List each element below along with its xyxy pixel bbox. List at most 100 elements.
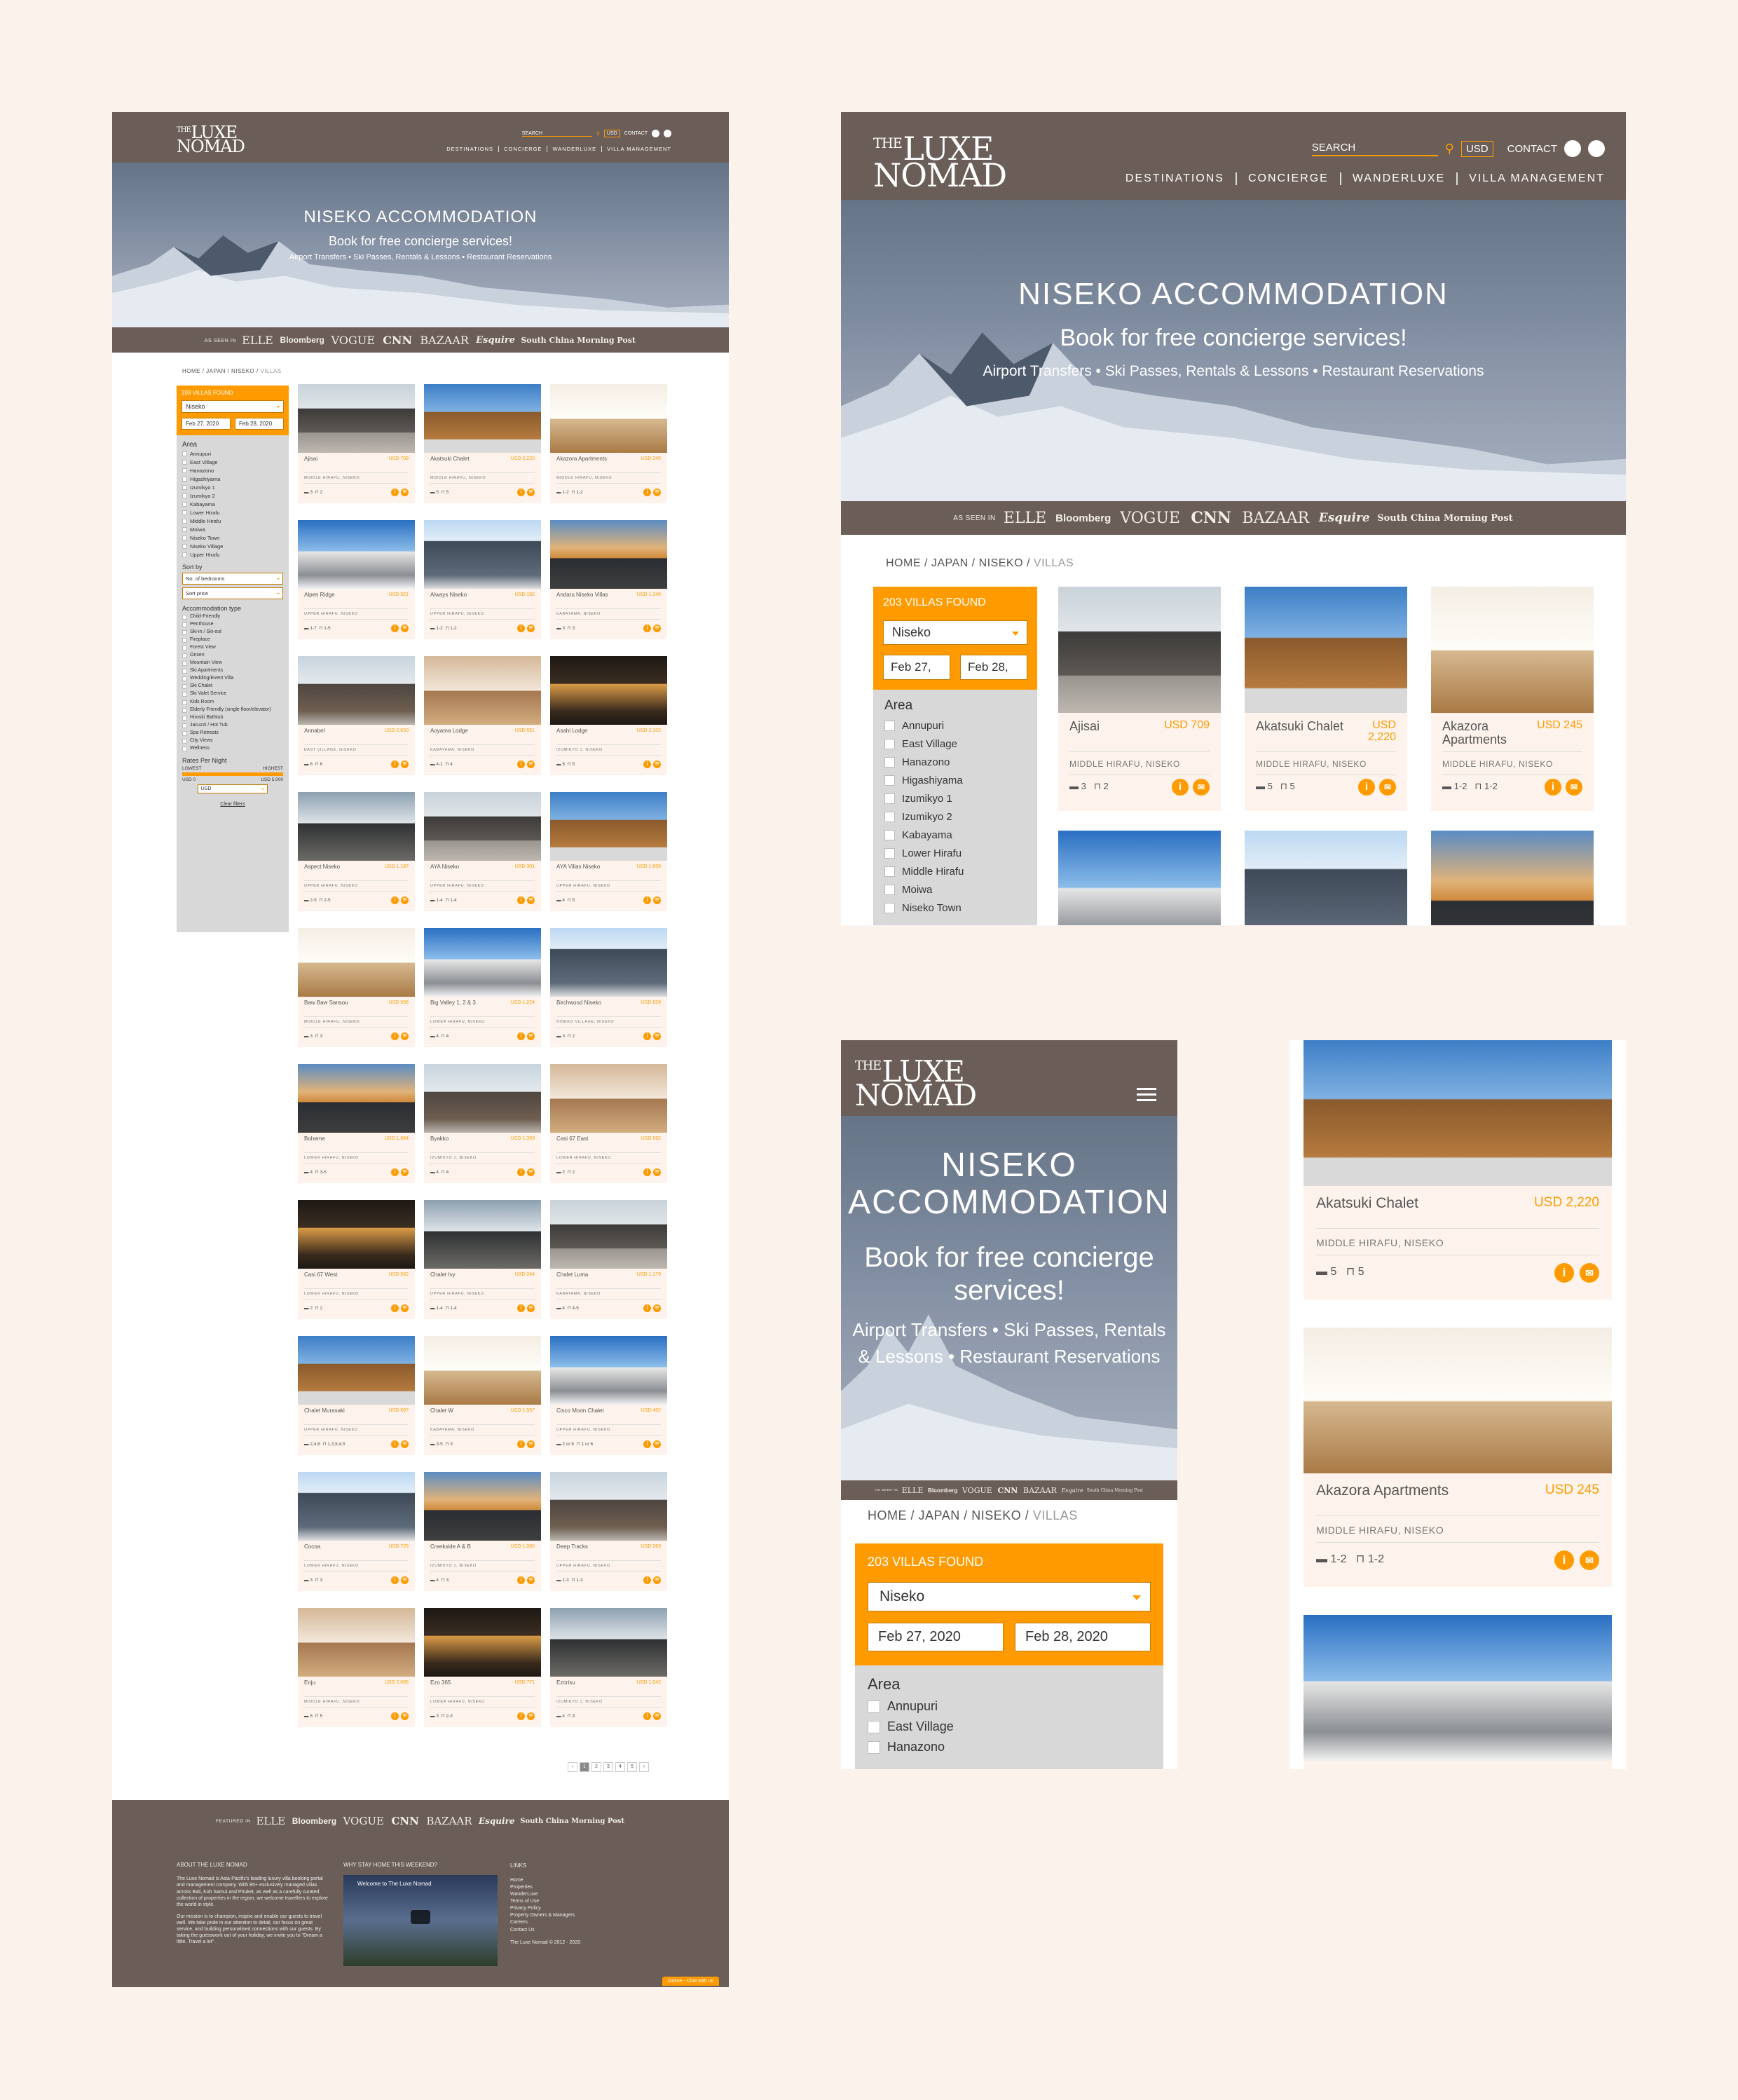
sort-price-select[interactable]: Sort price [182,587,283,599]
villa-card[interactable]: Big Valley 1, 2 & 3 USD 1,224 LOWER HIRA… [424,928,541,1047]
villa-card[interactable]: Andaru Niseko Villas USD 1,346 KABAYAMA,… [550,520,667,639]
villa-photo[interactable] [1304,1040,1612,1186]
tablet-checkin-input[interactable]: Feb 27, [883,655,950,680]
footer-link[interactable]: Home [510,1877,650,1884]
villa-photo[interactable] [550,384,667,453]
area-checkbox[interactable]: Hanazono [182,468,283,474]
villa-card[interactable]: Enju USD 2,066 MIDDLE HIRAFU, NISEKO ▬ 5… [298,1608,415,1727]
type-checkbox[interactable]: Ski Valet Service [182,691,283,697]
villa-photo[interactable] [424,928,541,997]
footer-link[interactable]: Properties [510,1884,650,1891]
checkbox-icon[interactable] [182,460,187,465]
area-checkbox[interactable]: Izumikyo 2 [884,811,1026,823]
mail-icon[interactable]: ✉ [653,1576,661,1584]
mail-icon[interactable]: ✉ [527,1168,535,1176]
villa-card[interactable]: Alpen Ridge USD 521 UPPER HIRAFU, NISEKO… [298,520,415,639]
villa-name[interactable]: Birchwood Niseko [556,1000,634,1006]
type-checkbox[interactable]: Wedding/Event Villa [182,676,283,682]
info-icon[interactable]: i [517,1576,525,1584]
checkbox-icon[interactable] [884,848,895,859]
villa-name[interactable]: Casi 67 East [556,1136,634,1142]
area-checkbox[interactable]: Niseko Town [182,535,283,541]
villa-card[interactable]: Cocoa USD 725 LOWER HIRAFU, NISEKO ▬ 3 ⊓… [298,1472,415,1591]
checkbox-icon[interactable] [182,746,187,751]
instagram-icon[interactable] [664,130,671,137]
mail-icon[interactable]: ✉ [653,489,661,496]
mail-icon[interactable]: ✉ [527,1032,535,1040]
info-icon[interactable]: i [643,1032,651,1040]
type-checkbox[interactable]: Penthouse [182,622,283,628]
checkbox-icon[interactable] [868,1740,880,1754]
video-player[interactable]: Welcome to The Luxe Nomad [343,1875,498,1966]
villa-photo[interactable] [1058,831,1221,925]
checkbox-icon[interactable] [182,638,187,643]
mail-icon[interactable]: ✉ [653,1304,661,1312]
villa-card[interactable]: Byakko USD 1,359 IZUMIKYO 1, NISEKO ▬ 4 … [424,1064,541,1183]
area-checkbox[interactable]: Hanazono [884,756,1026,768]
checkbox-icon[interactable] [182,676,187,682]
checkbox-icon[interactable] [884,830,895,840]
villa-name[interactable]: Cisco Moon Chalet [556,1407,634,1414]
checkbox-icon[interactable] [884,885,895,895]
checkbox-icon[interactable] [182,730,187,736]
villa-name[interactable]: Akatsuki Chalet [1256,720,1347,733]
tablet-facebook-icon[interactable] [1564,140,1581,157]
info-icon[interactable]: i [643,1168,651,1176]
info-icon[interactable]: i [517,1440,525,1448]
info-icon[interactable]: i [643,1712,651,1720]
nav-wanderluxe[interactable]: WANDERLUXE [547,146,603,152]
info-icon[interactable]: i [391,1304,399,1312]
villa-name[interactable]: Akazora Apartments [1442,720,1533,746]
villa-card[interactable]: Ajisai USD 709 MIDDLE HIRAFU, NISEKO ▬ 3… [298,384,415,503]
type-checkbox[interactable]: Forest View [182,645,283,651]
tablet-logo[interactable]: THELUXE NOMAD [873,132,1007,191]
villa-name[interactable]: Chalet W [430,1407,507,1414]
info-icon[interactable]: i [643,761,651,768]
area-checkbox[interactable]: Higashiyama [182,476,283,482]
villa-name[interactable]: Casi 67 West [304,1271,381,1278]
info-icon[interactable]: i [517,1032,525,1040]
checkbox-icon[interactable] [182,738,187,744]
villa-photo[interactable] [1245,587,1407,713]
villa-card[interactable]: Chalet Ivy USD 244 UPPER HIRAFU, NISEKO … [424,1200,541,1319]
mail-icon[interactable]: ✉ [527,896,535,904]
checkbox-icon[interactable] [868,1720,880,1733]
chat-button[interactable]: Online - Chat with us [662,1977,719,1986]
mail-icon[interactable]: ✉ [653,1440,661,1448]
type-checkbox[interactable]: Mountain View [182,660,283,667]
area-checkbox[interactable]: Annupuri [868,1699,1151,1714]
mail-icon[interactable]: ✉ [527,1440,535,1448]
rate-currency-select[interactable]: USD [197,784,268,793]
checkbox-icon[interactable] [182,468,187,473]
checkbox-icon[interactable] [182,669,187,674]
currency-select[interactable]: USD [603,130,620,137]
area-checkbox[interactable]: Izumikyo 2 [182,493,283,499]
contact-link[interactable]: CONTACT [624,131,648,136]
footer-link[interactable]: WanderLuxe [510,1891,650,1898]
checkbox-icon[interactable] [182,477,187,482]
checkbox-icon[interactable] [182,707,187,713]
villa-photo[interactable] [424,1336,541,1405]
checkbox-icon[interactable] [868,1700,880,1713]
area-checkbox[interactable]: Lower Hirafu [182,510,283,516]
info-icon[interactable]: i [391,896,399,904]
type-checkbox[interactable]: City Views [182,738,283,744]
info-icon[interactable]: i [517,625,525,632]
nav-concierge[interactable]: CONCIERGE [499,146,548,152]
area-checkbox[interactable]: Lower Hirafu [884,847,1026,859]
villa-name[interactable]: Chalet Murasaki [304,1407,381,1414]
villa-photo[interactable] [424,1608,541,1677]
play-icon[interactable] [411,1910,430,1924]
info-icon[interactable]: i [1554,1263,1574,1283]
checkbox-icon[interactable] [884,775,895,786]
checkbox-icon[interactable] [182,527,187,532]
type-checkbox[interactable]: Ski Chalet [182,683,283,690]
area-checkbox[interactable]: East Village [182,459,283,465]
checkbox-icon[interactable] [182,646,187,651]
mail-icon[interactable]: ✉ [401,1304,409,1312]
location-select[interactable]: Niseko [182,400,284,413]
villa-card[interactable]: Alpen Ridge USD 521 UPPER HIRAFU, NISEKO… [1058,831,1221,925]
tablet-search-icon[interactable]: ⚲ [1445,142,1454,156]
villa-card[interactable]: Chalet W USD 1,557 KABAYAMA, NISEKO ▬ 3-… [424,1336,541,1455]
villa-photo[interactable] [424,1200,541,1269]
